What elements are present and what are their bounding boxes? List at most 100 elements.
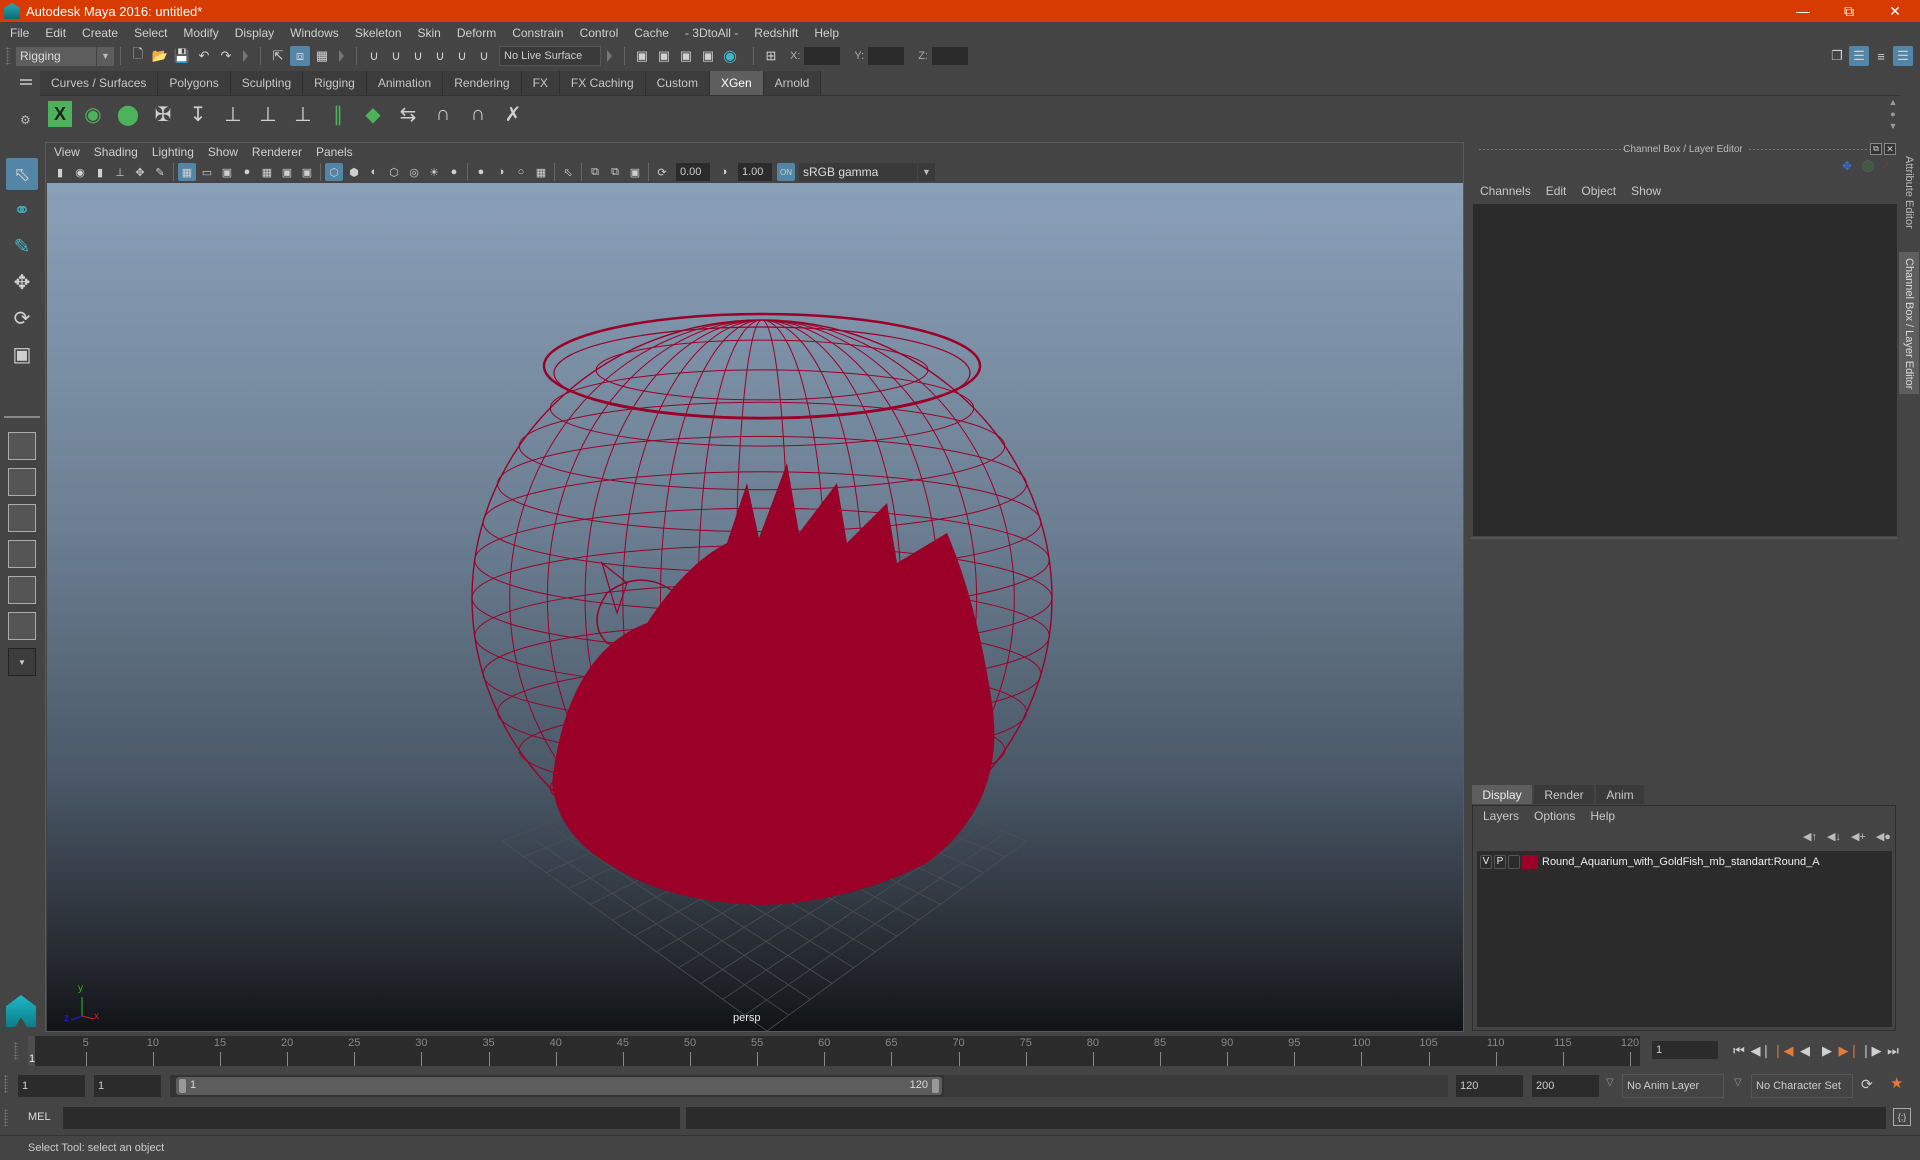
panel-splitter[interactable]	[1471, 537, 1897, 539]
render-view-icon[interactable]: ▣	[632, 46, 652, 66]
shelf-scroll[interactable]: ▲ ● ▼	[1886, 96, 1900, 132]
film-gate-icon[interactable]: ▭	[198, 163, 216, 181]
range-end-handle[interactable]	[932, 1079, 939, 1093]
go-to-end-icon[interactable]: ⏭	[1882, 1040, 1904, 1062]
manipulator-icon[interactable]: ✥	[1842, 159, 1852, 173]
scroll-up-icon[interactable]: ▲	[1889, 97, 1898, 107]
textured-icon[interactable]: ⬡	[385, 163, 403, 181]
shelf-tab-rendering[interactable]: Rendering	[443, 71, 522, 95]
character-set-dropdown[interactable]: No Character Set	[1751, 1074, 1853, 1098]
shadows-icon[interactable]: ☀	[425, 163, 443, 181]
float-panel-icon[interactable]: ⧉	[1870, 143, 1882, 155]
menu-edit[interactable]: Edit	[45, 26, 66, 40]
layer-tab-display[interactable]: Display	[1472, 785, 1532, 804]
image-plane-icon[interactable]: ⊥	[111, 163, 129, 181]
3d-viewport[interactable]: y x z persp	[47, 183, 1463, 1031]
menu-redshift[interactable]: Redshift	[754, 26, 798, 40]
tool-settings-icon[interactable]: ≡	[1871, 46, 1891, 66]
render-settings-icon[interactable]: ▣	[698, 46, 718, 66]
backface-culling-icon[interactable]: ▦	[532, 163, 550, 181]
layer-name[interactable]: Round_Aquarium_with_GoldFish_mb_standart…	[1542, 856, 1820, 868]
xgen-editor-icon[interactable]: X	[48, 101, 72, 127]
guide-lines-icon[interactable]: ∥	[324, 99, 352, 129]
menu-layer-help[interactable]: Help	[1590, 809, 1615, 823]
bookmark-icon[interactable]: ▮	[91, 163, 109, 181]
timeline-ruler[interactable]: 1 5 10 15 20 25 30 35 40 45 50 55 60 65 70 75 80 85 90 95 1…	[28, 1036, 1640, 1066]
playback-end-field[interactable]: 120	[1456, 1075, 1523, 1097]
select-tool-icon[interactable]: ⬁	[6, 158, 38, 190]
shelf-settings-gear-icon[interactable]: ⚙	[20, 113, 31, 127]
guide-grid-icon[interactable]: ◆	[359, 99, 387, 129]
field-chart-icon[interactable]: ▦	[258, 163, 276, 181]
xray-active-components-icon[interactable]: ◑	[492, 163, 510, 181]
snap-to-grid-icon[interactable]: ∪	[364, 46, 384, 66]
shelf-tab-curves-surfaces[interactable]: Curves / Surfaces	[40, 71, 159, 95]
frame-all-icon[interactable]: ⧉	[586, 163, 604, 181]
modeling-toolkit-icon[interactable]: ❐	[1827, 46, 1847, 66]
gamma-icon[interactable]: ◑	[715, 163, 733, 181]
add-guide-icon[interactable]: ⊥	[219, 99, 247, 129]
command-language-label[interactable]: MEL	[28, 1111, 51, 1123]
redo-icon[interactable]: ↷	[216, 46, 236, 66]
animation-preferences-icon[interactable]: ★	[1890, 1074, 1903, 1092]
wireframe-on-shaded-icon[interactable]: ◐	[365, 163, 383, 181]
play-forwards-icon[interactable]: ▶	[1816, 1040, 1838, 1062]
xgen-clear-preview-icon[interactable]: ⬤	[114, 99, 142, 129]
insert-guide-icon[interactable]: ↧	[184, 99, 212, 129]
playback-start-field[interactable]: 1	[94, 1075, 161, 1097]
menu-file[interactable]: File	[10, 26, 29, 40]
open-scene-icon[interactable]: 📂	[150, 46, 170, 66]
persp-outliner-layout-icon[interactable]	[8, 504, 36, 532]
viewport-menu-lighting[interactable]: Lighting	[152, 145, 194, 159]
grease-pencil-icon[interactable]: ✎	[151, 163, 169, 181]
smooth-shade-icon[interactable]: ⬢	[345, 163, 363, 181]
menu-show[interactable]: Show	[1631, 184, 1661, 198]
start-time-field[interactable]: 1	[18, 1075, 85, 1097]
paint-select-tool-icon[interactable]: ✎	[6, 230, 38, 262]
lasso-tool-icon[interactable]: ⚭	[6, 194, 38, 226]
snap-to-curve-icon[interactable]: ∪	[386, 46, 406, 66]
save-scene-icon[interactable]: 💾	[172, 46, 192, 66]
new-scene-icon[interactable]: 🗋	[128, 46, 148, 66]
menu-help[interactable]: Help	[814, 26, 839, 40]
scene-canvas[interactable]	[47, 183, 1463, 1031]
snap-to-point-icon[interactable]: ∪	[408, 46, 428, 66]
viewport-menu-show[interactable]: Show	[208, 145, 238, 159]
step-back-frame-icon[interactable]: ◀❘	[1750, 1040, 1772, 1062]
menu-display[interactable]: Display	[235, 26, 274, 40]
speed-toggle-icon[interactable]	[1862, 160, 1874, 172]
shelf-tab-custom[interactable]: Custom	[645, 71, 710, 95]
add-guides-icon[interactable]: ✠	[149, 99, 177, 129]
layer-tab-anim[interactable]: Anim	[1596, 785, 1644, 804]
shelf-tab-fx-caching[interactable]: FX Caching	[559, 71, 646, 95]
guide-bound-icon[interactable]: ∩	[464, 99, 492, 129]
anim-layer-chevron-icon[interactable]: ▽	[1606, 1077, 1614, 1088]
grid-toggle-icon[interactable]: ▦	[178, 163, 196, 181]
select-by-hierarchy-icon[interactable]: ⇱	[268, 46, 288, 66]
layer-tab-render[interactable]: Render	[1534, 785, 1594, 804]
menu-create[interactable]: Create	[82, 26, 118, 40]
select-by-object-icon[interactable]: ⧈	[290, 46, 310, 66]
color-space-dropdown[interactable]: sRGB gamma ▼	[799, 163, 935, 181]
close-button[interactable]: ✕	[1872, 0, 1918, 22]
menu-object[interactable]: Object	[1581, 184, 1616, 198]
drag-handle[interactable]	[6, 47, 10, 65]
range-slider-bar[interactable]: 1 120	[176, 1077, 942, 1095]
menu-deform[interactable]: Deform	[457, 26, 496, 40]
use-all-lights-icon[interactable]: ◎	[405, 163, 423, 181]
lock-guide-icon[interactable]: ⊥	[289, 99, 317, 129]
step-forward-frame-icon[interactable]: ❘▶	[1860, 1040, 1882, 1062]
scale-tool-icon[interactable]: ▣	[6, 338, 38, 370]
mel-command-input[interactable]	[63, 1107, 680, 1129]
menu-skeleton[interactable]: Skeleton	[355, 26, 402, 40]
select-by-component-icon[interactable]: ▦	[312, 46, 332, 66]
anim-layer-dropdown[interactable]: No Anim Layer	[1622, 1074, 1724, 1098]
exposure-icon[interactable]: ⟳	[653, 163, 671, 181]
x-coordinate-field[interactable]	[804, 47, 841, 65]
side-tab-channel-box[interactable]: Channel Box / Layer Editor	[1899, 252, 1919, 394]
delete-guide-icon[interactable]: ✗	[499, 99, 527, 129]
menu-channels[interactable]: Channels	[1480, 184, 1531, 198]
hud-icon[interactable]: ▣	[626, 163, 644, 181]
menuset-dropdown[interactable]: Rigging ▼	[16, 46, 114, 66]
shelf-tab-sculpting[interactable]: Sculpting	[230, 71, 304, 95]
